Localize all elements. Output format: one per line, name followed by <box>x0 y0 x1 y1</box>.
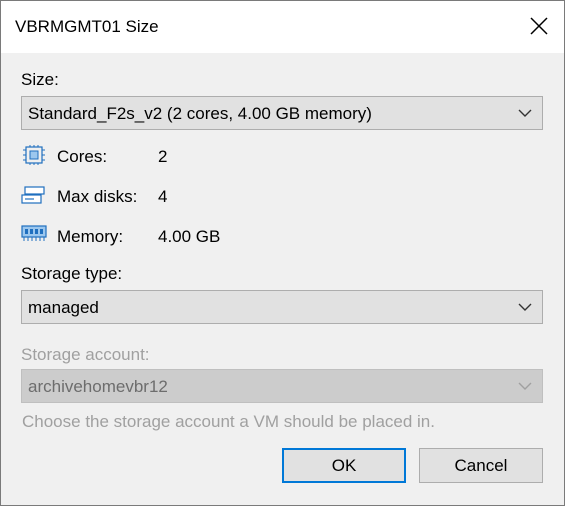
storage-account-hint: Choose the storage account a VM should b… <box>22 412 435 431</box>
disk-icon <box>21 186 45 204</box>
memory-label: Memory: <box>57 227 124 246</box>
chevron-down-icon <box>518 382 532 390</box>
ok-button[interactable]: OK <box>282 448 406 483</box>
storage-account-label: Storage account: <box>21 345 150 364</box>
memory-icon <box>21 225 47 241</box>
size-dialog: VBRMGMT01 Size Size: Standard_F2s_v2 (2 … <box>0 0 565 506</box>
chevron-down-icon <box>518 109 532 117</box>
storage-account-dropdown-value: archivehomevbr12 <box>28 377 168 396</box>
max-disks-value: 4 <box>158 187 168 206</box>
cores-label: Cores: <box>57 147 108 166</box>
cancel-button[interactable]: Cancel <box>419 448 543 483</box>
memory-value: 4.00 GB <box>158 227 221 246</box>
size-dropdown[interactable]: Standard_F2s_v2 (2 cores, 4.00 GB memory… <box>21 96 543 130</box>
size-dropdown-value: Standard_F2s_v2 (2 cores, 4.00 GB memory… <box>28 104 372 123</box>
close-icon <box>530 17 548 35</box>
cpu-icon <box>23 145 45 165</box>
close-button[interactable] <box>514 1 564 51</box>
max-disks-label: Max disks: <box>57 187 138 206</box>
storage-type-dropdown[interactable]: managed <box>21 290 543 324</box>
storage-type-label: Storage type: <box>21 264 123 283</box>
window-title: VBRMGMT01 Size <box>15 17 159 36</box>
title-bar: VBRMGMT01 Size <box>1 1 564 53</box>
cores-value: 2 <box>158 147 168 166</box>
storage-account-dropdown[interactable]: archivehomevbr12 <box>21 369 543 403</box>
size-label: Size: <box>21 70 59 89</box>
chevron-down-icon <box>518 303 532 311</box>
storage-type-dropdown-value: managed <box>28 298 99 317</box>
